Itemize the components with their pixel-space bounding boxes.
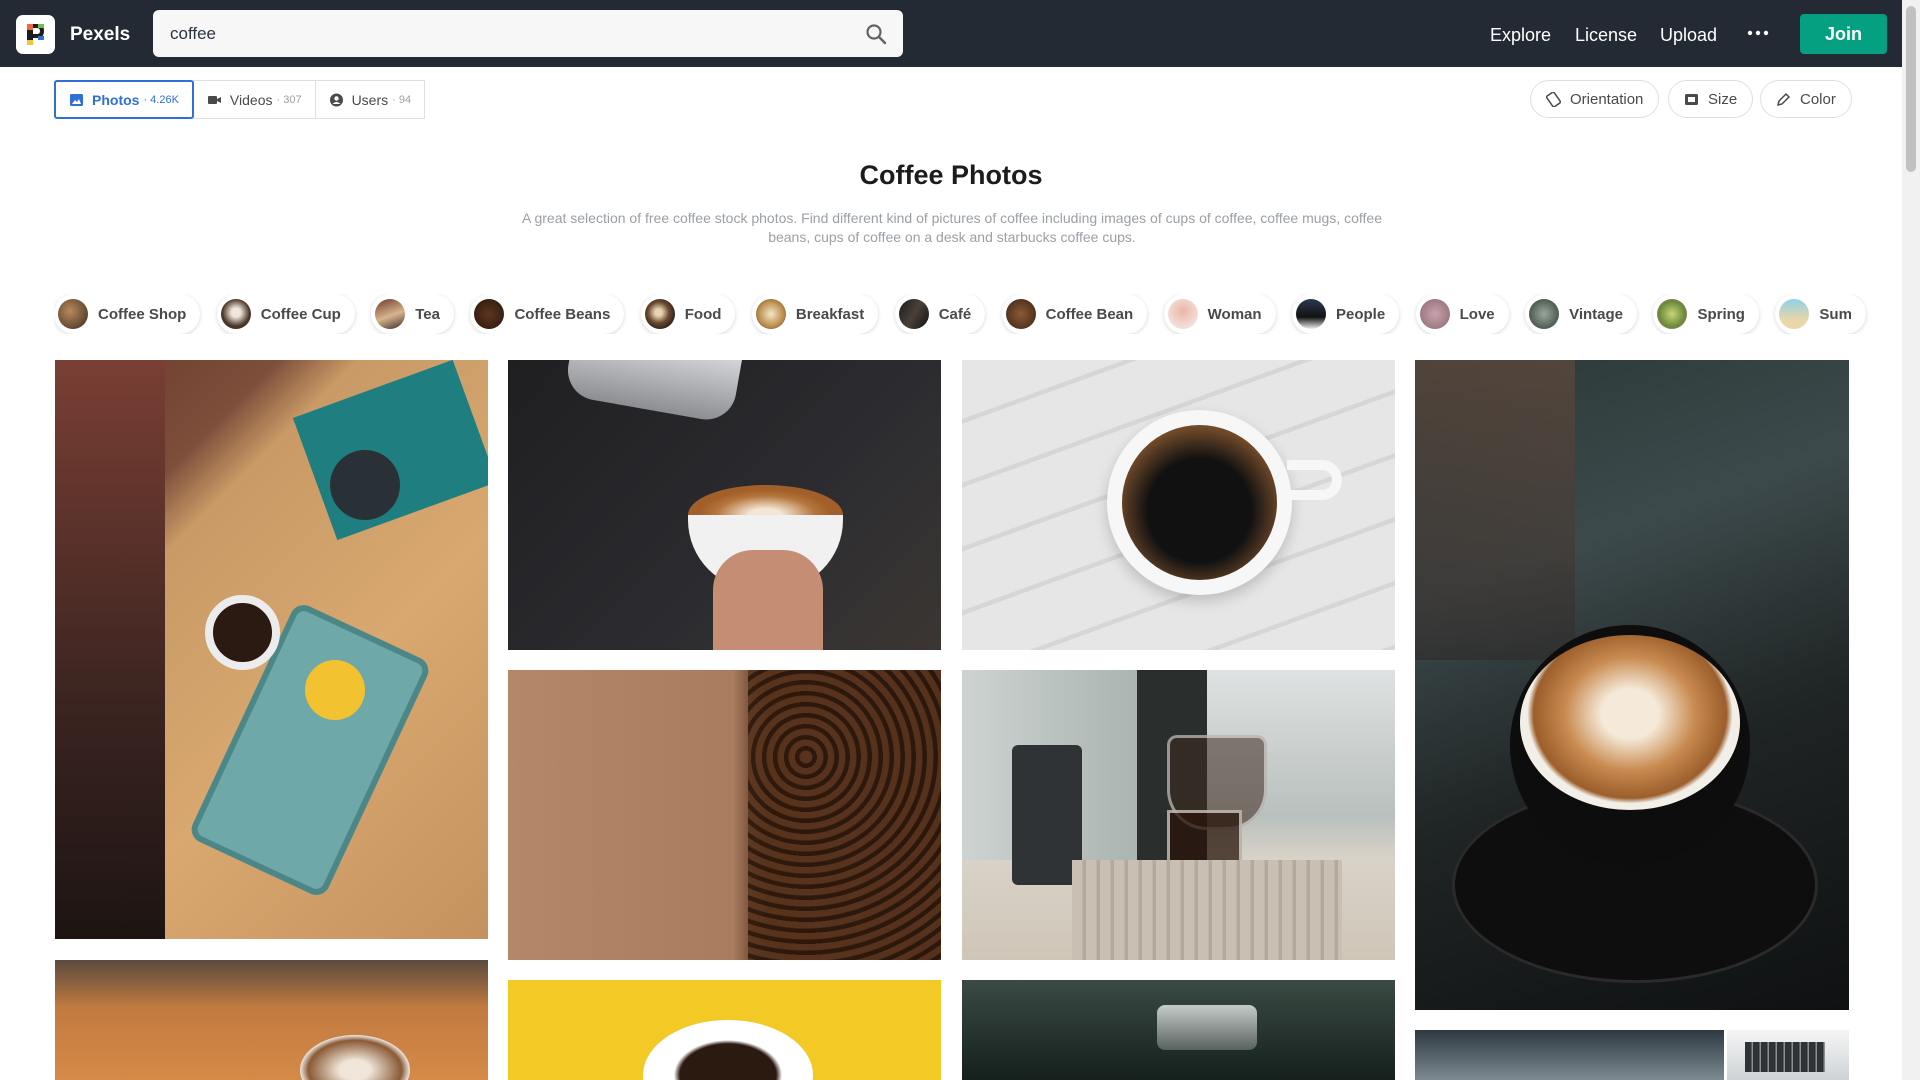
chip-thumbnail bbox=[644, 299, 675, 329]
scrollbar-thumb[interactable] bbox=[1906, 6, 1916, 172]
chip-food[interactable]: Food bbox=[640, 294, 736, 334]
chip-breakfast[interactable]: Breakfast bbox=[751, 294, 879, 334]
chip-love[interactable]: Love bbox=[1415, 294, 1509, 334]
photo-latte-pour[interactable] bbox=[508, 360, 941, 650]
top-navigation-bar: Pexels coffee Explore License Upload Joi… bbox=[0, 0, 1902, 67]
search-input[interactable]: coffee bbox=[170, 24, 216, 44]
chip-thumbnail bbox=[1779, 299, 1810, 329]
more-options-icon[interactable] bbox=[1746, 23, 1770, 43]
photo-black-coffee[interactable] bbox=[962, 360, 1395, 650]
user-icon bbox=[329, 93, 343, 106]
pexels-logo-mark bbox=[27, 24, 44, 45]
image-icon bbox=[70, 93, 83, 106]
photo-cafe-counter[interactable] bbox=[1415, 1030, 1724, 1080]
tab-users-label: Users bbox=[351, 91, 389, 108]
nav-explore[interactable]: Explore bbox=[1490, 25, 1551, 46]
photo-latte-table[interactable] bbox=[55, 960, 488, 1080]
chip-label: People bbox=[1336, 305, 1386, 323]
chip-label: Coffee Beans bbox=[514, 305, 611, 323]
chip-thumbnail bbox=[474, 299, 505, 329]
photo-laptop-keyboard[interactable] bbox=[1727, 1030, 1849, 1080]
video-icon bbox=[207, 95, 221, 104]
photo-cappuccino-dark[interactable] bbox=[1415, 360, 1849, 1010]
chip-woman[interactable]: Woman bbox=[1163, 294, 1276, 334]
page-title: Coffee Photos bbox=[859, 160, 1043, 190]
brand-name[interactable]: Pexels bbox=[70, 24, 130, 46]
search-bar[interactable]: coffee bbox=[153, 10, 903, 57]
chip-label: Sum bbox=[1819, 305, 1852, 323]
chip-thumbnail bbox=[220, 299, 251, 329]
chip-label: Café bbox=[938, 305, 972, 323]
chip-label: Coffee Shop bbox=[98, 305, 187, 323]
chip-thumbnail bbox=[1167, 299, 1198, 329]
page-scrollbar[interactable] bbox=[1902, 0, 1920, 1080]
media-type-tabs: Photos · 4.26K Videos · 307 Users · 94 bbox=[54, 80, 426, 119]
chip-thumbnail bbox=[1657, 299, 1688, 329]
chip-vintage[interactable]: Vintage bbox=[1525, 294, 1638, 334]
chip-label: Tea bbox=[415, 305, 440, 323]
photo-laptop-desk[interactable] bbox=[55, 360, 488, 939]
chip-label: Breakfast bbox=[795, 305, 865, 323]
chip-label: Coffee Bean bbox=[1045, 305, 1134, 323]
tab-videos-label: Videos bbox=[229, 91, 273, 108]
tab-videos-count: · 307 bbox=[276, 93, 302, 106]
pencil-icon bbox=[1776, 92, 1791, 106]
chip-thumbnail bbox=[1296, 299, 1326, 329]
chip-label: Coffee Cup bbox=[260, 305, 341, 323]
photo-pour-over[interactable] bbox=[962, 670, 1395, 960]
chip-coffee-beans[interactable]: Coffee Beans bbox=[470, 294, 625, 334]
chip-thumbnail bbox=[1529, 299, 1560, 329]
chip-label: Spring bbox=[1697, 305, 1745, 323]
orientation-icon bbox=[1546, 91, 1561, 107]
tab-photos-count: · 4.26K bbox=[143, 93, 179, 106]
chip-tea[interactable]: Tea bbox=[371, 294, 454, 334]
page-description: A great selection of free coffee stock p… bbox=[522, 210, 1382, 245]
tab-photos-label: Photos bbox=[92, 91, 140, 108]
tab-users[interactable]: Users · 94 bbox=[314, 80, 426, 119]
chip-thumbnail bbox=[898, 299, 929, 329]
pexels-logo[interactable] bbox=[16, 15, 55, 54]
photo-coffee-beans[interactable] bbox=[508, 670, 941, 960]
orientation-filter-button[interactable]: Orientation bbox=[1530, 80, 1660, 118]
chip-thumbnail bbox=[1005, 299, 1036, 329]
color-filter-label: Color bbox=[1800, 90, 1836, 108]
chip-thumbnail bbox=[375, 299, 406, 329]
orientation-filter-label: Orientation bbox=[1570, 90, 1644, 108]
color-filter-button[interactable]: Color bbox=[1760, 80, 1852, 118]
chip-thumbnail bbox=[58, 299, 88, 329]
size-icon bbox=[1685, 93, 1698, 105]
chip-coffee-shop[interactable]: Coffee Shop bbox=[54, 294, 201, 334]
photo-espresso-machine[interactable] bbox=[962, 980, 1395, 1080]
chip-thumbnail bbox=[1419, 299, 1450, 329]
size-filter-button[interactable]: Size bbox=[1668, 80, 1754, 118]
chip-label: Woman bbox=[1207, 305, 1262, 323]
photo-yellow-cup[interactable] bbox=[508, 980, 941, 1080]
nav-license[interactable]: License bbox=[1575, 25, 1637, 46]
chip-spring[interactable]: Spring bbox=[1653, 294, 1759, 334]
size-filter-label: Size bbox=[1708, 90, 1738, 108]
search-icon[interactable] bbox=[865, 23, 887, 45]
chip-label: Food bbox=[684, 305, 722, 323]
related-searches: Coffee Shop Coffee Cup Tea Coffee Beans … bbox=[54, 294, 1878, 334]
chip-coffee-cup[interactable]: Coffee Cup bbox=[216, 294, 355, 334]
chip-label: Love bbox=[1459, 305, 1495, 323]
tab-users-count: · 94 bbox=[392, 93, 412, 106]
chip-cafe[interactable]: Café bbox=[894, 294, 986, 334]
chip-label: Vintage bbox=[1569, 305, 1624, 323]
chip-summer[interactable]: Sum bbox=[1775, 294, 1866, 334]
join-button[interactable]: Join bbox=[1800, 14, 1887, 54]
chip-coffee-bean[interactable]: Coffee Bean bbox=[1001, 294, 1148, 334]
chip-thumbnail bbox=[755, 299, 786, 329]
nav-upload[interactable]: Upload bbox=[1660, 25, 1717, 46]
chip-people[interactable]: People bbox=[1292, 294, 1400, 334]
tab-videos[interactable]: Videos · 307 bbox=[192, 80, 316, 119]
tab-photos[interactable]: Photos · 4.26K bbox=[54, 80, 194, 119]
